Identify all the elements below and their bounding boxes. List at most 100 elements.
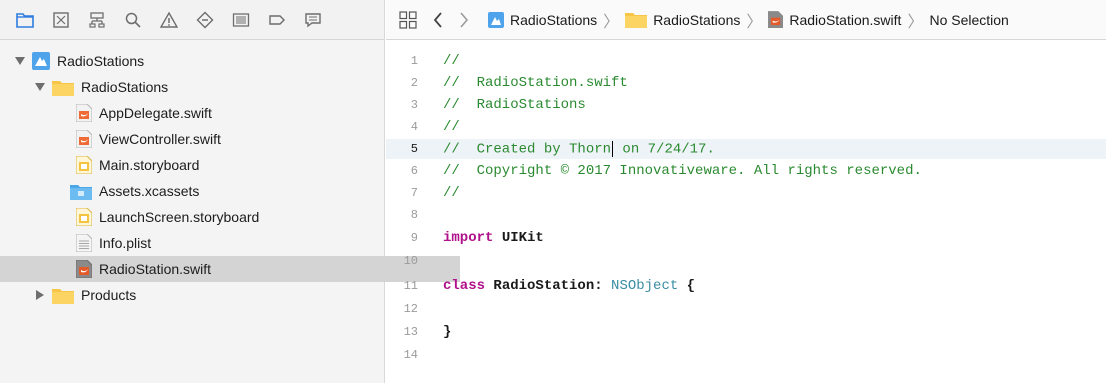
related-items-icon[interactable] <box>398 8 418 32</box>
breakpoint-icon[interactable] <box>264 7 290 33</box>
code-line: 9 import UIKit <box>386 228 1106 248</box>
text-caret <box>612 140 614 157</box>
line-number: 3 <box>410 98 418 112</box>
project-navigator: RadioStations RadioStations AppDelegate.… <box>0 0 460 383</box>
line-number: 5 <box>410 142 418 156</box>
keyword: import <box>443 230 494 246</box>
code-line: 11 class RadioStation: NSObject { <box>386 276 1106 296</box>
line-number: 8 <box>410 208 418 222</box>
warning-icon[interactable] <box>156 7 182 33</box>
code-line: 10 <box>386 251 1106 271</box>
swift-file-icon <box>75 259 93 279</box>
breadcrumb-label: No Selection <box>929 11 1009 28</box>
line-number: 1 <box>410 54 418 68</box>
code-identifier: UIKit <box>493 230 544 246</box>
back-button[interactable] <box>428 8 448 32</box>
code-text: // RadioStations <box>443 97 586 113</box>
code-brace: { <box>678 278 696 294</box>
swift-file-icon <box>768 11 784 28</box>
code-line: 8 <box>386 205 1106 225</box>
storyboard-file-icon <box>75 155 93 175</box>
folder-icon[interactable] <box>12 7 38 33</box>
line-number: 14 <box>403 348 418 362</box>
code-line: 13 } <box>386 322 1106 342</box>
line-number: 12 <box>403 302 418 316</box>
tree-label: LaunchScreen.storyboard <box>99 209 260 225</box>
tree-label: Assets.xcassets <box>99 183 200 199</box>
forward-button[interactable] <box>454 8 474 32</box>
tree-row-group[interactable]: Products <box>0 282 418 308</box>
test-icon[interactable] <box>192 7 218 33</box>
code-line: 3 // RadioStations <box>386 95 1106 115</box>
keyword: class <box>443 278 486 294</box>
code-line: 2 // RadioStation.swift <box>386 73 1106 93</box>
tree-label: Info.plist <box>99 235 152 251</box>
swift-file-icon <box>75 129 93 149</box>
code-text: class RadioStation: NSObject { <box>428 278 695 294</box>
search-icon[interactable] <box>120 7 146 33</box>
navigator-toolbar <box>0 0 384 40</box>
jump-bar: RadioStations 〉 RadioStations 〉 RadioSta… <box>386 0 1106 40</box>
source-control-icon[interactable] <box>48 7 74 33</box>
code-text: // <box>443 185 460 201</box>
breadcrumb-symbol[interactable]: No Selection <box>929 12 1008 28</box>
line-number: 6 <box>410 164 418 178</box>
code-identifier: RadioStation: <box>485 278 612 294</box>
line-number: 4 <box>410 120 418 134</box>
code-text: } <box>443 324 452 340</box>
code-line: 6 // Copyright © 2017 Innovativeware. Al… <box>386 161 1106 181</box>
debug-icon[interactable] <box>228 7 254 33</box>
code-line: 12 <box>386 299 1106 319</box>
swift-file-icon <box>75 103 93 123</box>
disclosure-expanded-icon[interactable] <box>34 81 46 93</box>
line-number: 7 <box>410 186 418 200</box>
folder-icon <box>52 79 74 96</box>
code-line: 14 <box>386 345 1106 365</box>
code-text: // Copyright © 2017 Innovativeware. All … <box>443 163 922 179</box>
xcode-project-icon <box>488 11 504 28</box>
breadcrumb-separator-icon: 〉 <box>907 13 924 31</box>
line-number: 11 <box>403 279 418 293</box>
code-text-before-caret: // Created by Thorn <box>443 141 612 158</box>
source-editor[interactable]: 1 // 2 // RadioStation.swift 3 // RadioS… <box>386 40 1106 383</box>
breadcrumb-label: RadioStation.swift <box>789 11 902 28</box>
code-text: // <box>443 119 460 135</box>
breadcrumb-label: RadioStations <box>510 11 598 28</box>
code-line: 7 // <box>386 183 1106 203</box>
code-text: // <box>443 53 460 69</box>
breadcrumb-project[interactable]: RadioStations <box>488 11 598 28</box>
tree-label: RadioStations <box>57 53 145 69</box>
folder-icon <box>625 13 648 28</box>
tree-label: Products <box>81 287 137 303</box>
assets-folder-icon <box>70 183 92 200</box>
symbol-icon[interactable] <box>84 7 110 33</box>
breadcrumb-separator-icon: 〉 <box>603 13 620 31</box>
type-name: NSObject <box>611 278 679 294</box>
tree-label: RadioStations <box>81 79 169 95</box>
folder-icon <box>52 287 74 304</box>
report-icon[interactable] <box>300 7 326 33</box>
plist-file-icon <box>75 233 93 253</box>
breadcrumb-label: RadioStations <box>653 11 741 28</box>
disclosure-expanded-icon[interactable] <box>14 55 26 67</box>
code-line: 1 // <box>386 51 1106 71</box>
line-number: 13 <box>403 325 418 339</box>
breadcrumb-file[interactable]: RadioStation.swift <box>768 11 901 28</box>
tree-label: Main.storyboard <box>99 157 200 173</box>
xcode-project-icon <box>32 52 50 70</box>
line-number: 10 <box>403 254 418 268</box>
code-text: // Created by Thorn on 7/24/17. <box>428 140 715 158</box>
code-text: import UIKit <box>428 230 544 246</box>
tree-label: AppDelegate.swift <box>99 105 212 121</box>
tree-label: ViewController.swift <box>99 131 221 147</box>
code-line-current: 5 // Created by Thorn on 7/24/17. <box>386 139 1106 159</box>
code-text: // RadioStation.swift <box>443 75 628 91</box>
tree-label: RadioStation.swift <box>99 261 212 277</box>
breadcrumb-group[interactable]: RadioStations <box>625 11 740 28</box>
disclosure-collapsed-icon[interactable] <box>34 289 46 301</box>
tree-row-project[interactable]: RadioStations <box>0 48 398 74</box>
code-line: 4 // <box>386 117 1106 137</box>
storyboard-file-icon <box>75 207 93 227</box>
line-number: 9 <box>410 231 418 245</box>
tree-row-group[interactable]: RadioStations <box>0 74 418 100</box>
